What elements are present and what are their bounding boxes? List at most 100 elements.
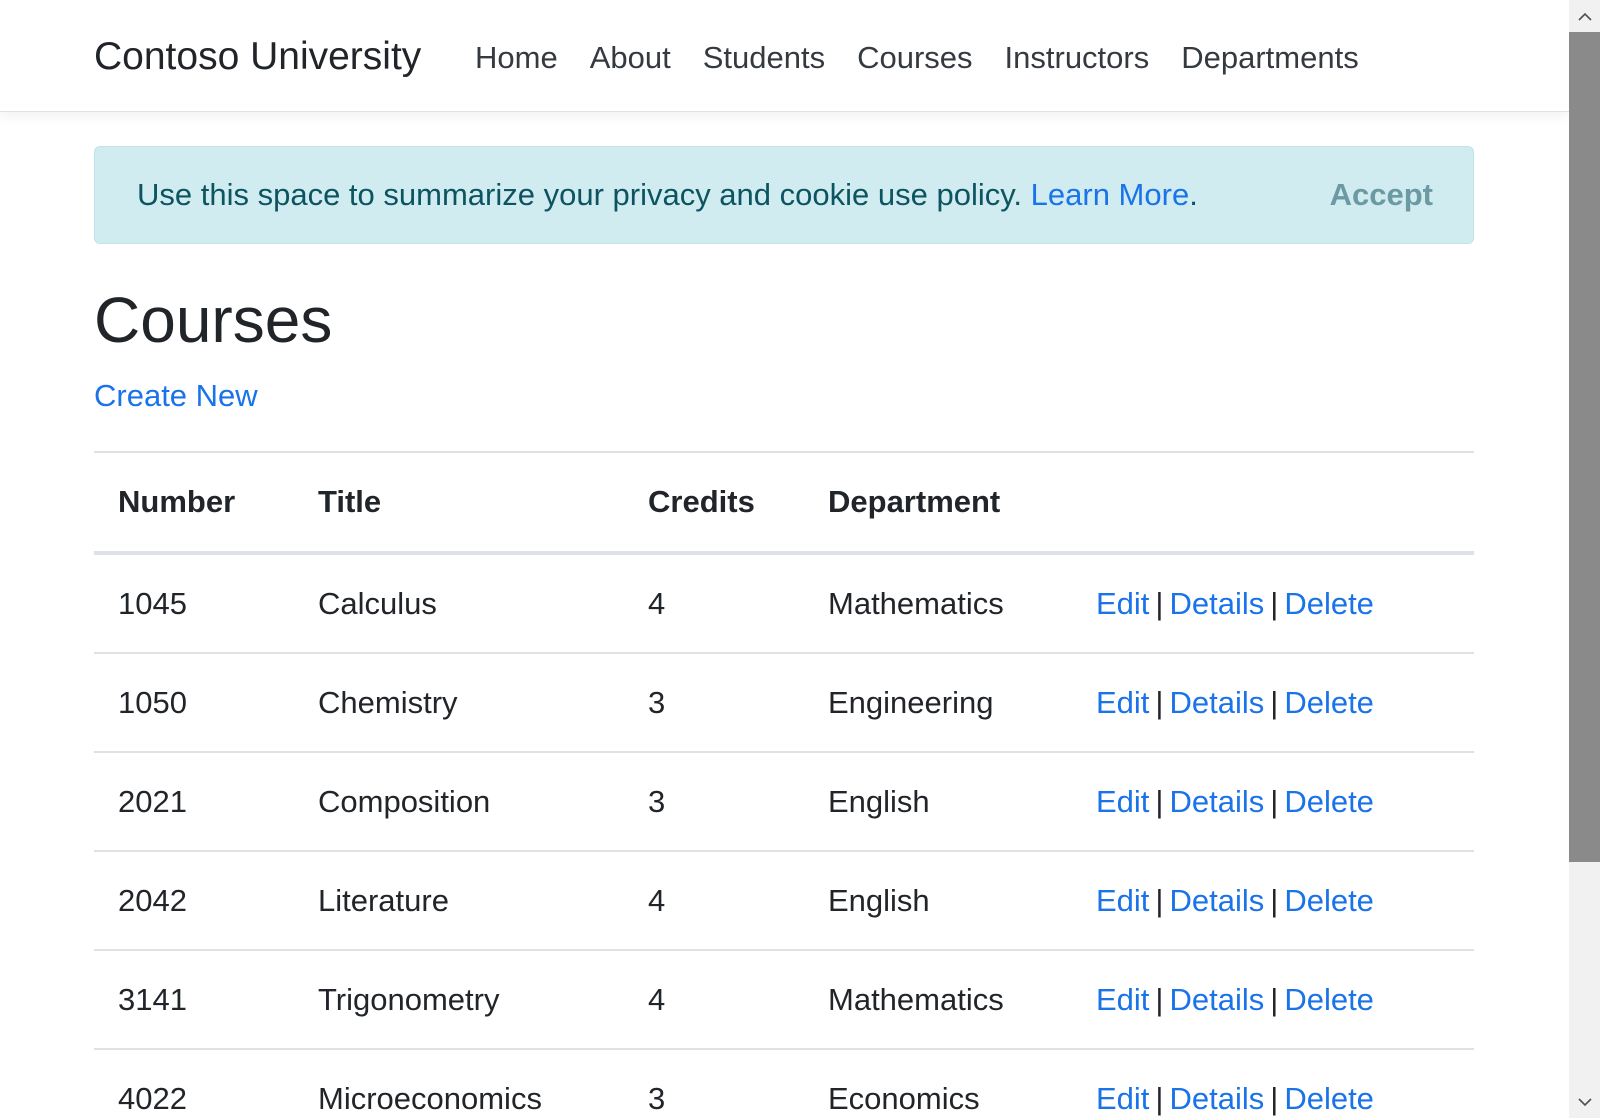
nav-item-home: Home bbox=[475, 36, 574, 80]
navbar: Contoso University Home About Students C… bbox=[0, 0, 1569, 112]
table-row: 4022 Microeconomics 3 Economics Edit | Details… bbox=[94, 1049, 1474, 1118]
chevron-down-icon[interactable] bbox=[1569, 1086, 1600, 1118]
table-row: 1050 Chemistry 3 Engineering Edit | Details | De… bbox=[94, 653, 1474, 753]
column-header-title: Title bbox=[294, 451, 624, 555]
vertical-scrollbar[interactable] bbox=[1569, 0, 1600, 1118]
action-separator: | bbox=[1155, 882, 1164, 918]
delete-link[interactable]: Delete bbox=[1284, 982, 1374, 1017]
accept-cookies-button[interactable]: Accept bbox=[1330, 173, 1433, 217]
details-link[interactable]: Details bbox=[1169, 982, 1264, 1017]
cell-department: Mathematics bbox=[804, 950, 1072, 1050]
nav-link-about[interactable]: About bbox=[574, 36, 687, 80]
row-actions: Edit | Details | Delete bbox=[1072, 851, 1474, 951]
table-row: 3141 Trigonometry 4 Mathematics Edit | Details… bbox=[94, 950, 1474, 1050]
column-header-credits: Credits bbox=[624, 451, 804, 555]
cell-department: Engineering bbox=[804, 653, 1072, 753]
edit-link[interactable]: Edit bbox=[1096, 982, 1149, 1017]
delete-link[interactable]: Delete bbox=[1284, 883, 1374, 918]
nav-menu: Home About Students Courses Instructors … bbox=[475, 36, 1375, 80]
nav-item-students: Students bbox=[687, 36, 841, 80]
edit-link[interactable]: Edit bbox=[1096, 685, 1149, 720]
cell-credits: 4 bbox=[624, 553, 804, 654]
details-link[interactable]: Details bbox=[1169, 586, 1264, 621]
cell-department: English bbox=[804, 752, 1072, 852]
cookie-alert-message: Use this space to summarize your privacy… bbox=[137, 173, 1198, 217]
cell-credits: 3 bbox=[624, 1049, 804, 1118]
delete-link[interactable]: Delete bbox=[1284, 784, 1374, 819]
cell-title: Calculus bbox=[294, 553, 624, 654]
cell-department: Mathematics bbox=[804, 553, 1072, 654]
cookie-alert-text: Use this space to summarize your privacy… bbox=[137, 177, 1023, 212]
cell-number: 1050 bbox=[94, 653, 294, 753]
action-separator: | bbox=[1270, 882, 1279, 918]
cell-number: 2021 bbox=[94, 752, 294, 852]
cookie-alert-period: . bbox=[1189, 177, 1198, 212]
nav-item-about: About bbox=[574, 36, 687, 80]
nav-link-courses[interactable]: Courses bbox=[841, 36, 988, 80]
row-actions: Edit | Details | Delete bbox=[1072, 553, 1474, 654]
cell-credits: 4 bbox=[624, 950, 804, 1050]
table-row: 1045 Calculus 4 Mathematics Edit | Details | Del… bbox=[94, 553, 1474, 654]
cell-number: 1045 bbox=[94, 553, 294, 654]
table-header-row: Number Title Credits Department bbox=[94, 451, 1474, 555]
action-separator: | bbox=[1155, 684, 1164, 720]
nav-item-departments: Departments bbox=[1165, 36, 1374, 80]
row-actions: Edit | Details | Delete bbox=[1072, 1049, 1474, 1118]
details-link[interactable]: Details bbox=[1169, 685, 1264, 720]
cell-credits: 3 bbox=[624, 752, 804, 852]
delete-link[interactable]: Delete bbox=[1284, 586, 1374, 621]
cookie-consent-alert: Use this space to summarize your privacy… bbox=[94, 146, 1474, 244]
cell-number: 2042 bbox=[94, 851, 294, 951]
cell-department: Economics bbox=[804, 1049, 1072, 1118]
cell-number: 4022 bbox=[94, 1049, 294, 1118]
edit-link[interactable]: Edit bbox=[1096, 784, 1149, 819]
cell-number: 3141 bbox=[94, 950, 294, 1050]
action-separator: | bbox=[1270, 783, 1279, 819]
page-title: Courses bbox=[94, 284, 333, 356]
nav-link-instructors[interactable]: Instructors bbox=[989, 36, 1166, 80]
cell-title: Chemistry bbox=[294, 653, 624, 753]
action-separator: | bbox=[1270, 585, 1279, 621]
details-link[interactable]: Details bbox=[1169, 883, 1264, 918]
chevron-up-icon[interactable] bbox=[1569, 0, 1600, 32]
nav-link-students[interactable]: Students bbox=[687, 36, 841, 80]
nav-item-courses: Courses bbox=[841, 36, 988, 80]
action-separator: | bbox=[1270, 1080, 1279, 1116]
table-body: 1045 Calculus 4 Mathematics Edit | Details | Del… bbox=[94, 553, 1474, 1118]
nav-link-home[interactable]: Home bbox=[475, 36, 574, 80]
action-separator: | bbox=[1270, 981, 1279, 1017]
create-new-link[interactable]: Create New bbox=[94, 374, 258, 418]
action-separator: | bbox=[1270, 684, 1279, 720]
edit-link[interactable]: Edit bbox=[1096, 586, 1149, 621]
column-header-department: Department bbox=[804, 451, 1072, 555]
details-link[interactable]: Details bbox=[1169, 784, 1264, 819]
action-separator: | bbox=[1155, 981, 1164, 1017]
edit-link[interactable]: Edit bbox=[1096, 883, 1149, 918]
delete-link[interactable]: Delete bbox=[1284, 1081, 1374, 1116]
delete-link[interactable]: Delete bbox=[1284, 685, 1374, 720]
table-header: Number Title Credits Department bbox=[94, 451, 1474, 555]
details-link[interactable]: Details bbox=[1169, 1081, 1264, 1116]
cell-title: Trigonometry bbox=[294, 950, 624, 1050]
cell-title: Literature bbox=[294, 851, 624, 951]
cell-department: English bbox=[804, 851, 1072, 951]
scrollbar-thumb[interactable] bbox=[1569, 32, 1600, 862]
browser-viewport: Contoso University Home About Students C… bbox=[0, 0, 1569, 1118]
learn-more-link[interactable]: Learn More bbox=[1031, 177, 1190, 212]
cell-title: Composition bbox=[294, 752, 624, 852]
column-header-number: Number bbox=[94, 451, 294, 555]
row-actions: Edit | Details | Delete bbox=[1072, 950, 1474, 1050]
cell-credits: 4 bbox=[624, 851, 804, 951]
nav-link-departments[interactable]: Departments bbox=[1165, 36, 1374, 80]
row-actions: Edit | Details | Delete bbox=[1072, 752, 1474, 852]
cell-credits: 3 bbox=[624, 653, 804, 753]
action-separator: | bbox=[1155, 1080, 1164, 1116]
table-row: 2021 Composition 3 English Edit | Details | Dele… bbox=[94, 752, 1474, 852]
action-separator: | bbox=[1155, 585, 1164, 621]
action-separator: | bbox=[1155, 783, 1164, 819]
cell-title: Microeconomics bbox=[294, 1049, 624, 1118]
row-actions: Edit | Details | Delete bbox=[1072, 653, 1474, 753]
edit-link[interactable]: Edit bbox=[1096, 1081, 1149, 1116]
table-row: 2042 Literature 4 English Edit | Details | Delet… bbox=[94, 851, 1474, 951]
brand-link[interactable]: Contoso University bbox=[94, 33, 421, 81]
